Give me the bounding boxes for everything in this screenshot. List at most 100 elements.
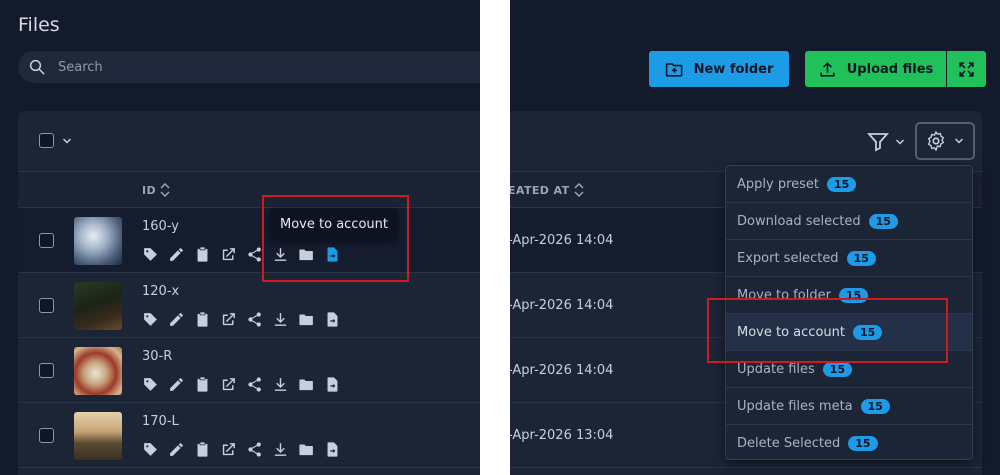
move-to-account-icon[interactable] (324, 376, 341, 393)
menu-item-delete-selected[interactable]: Delete Selected 15 (726, 425, 972, 462)
row-checkbox[interactable] (39, 428, 54, 443)
tag-icon[interactable] (142, 311, 159, 328)
menu-item-download-selected[interactable]: Download selected 15 (726, 203, 972, 240)
download-icon[interactable] (272, 311, 289, 328)
count-badge: 15 (838, 287, 869, 303)
tag-icon[interactable] (142, 376, 159, 393)
search-icon (29, 59, 45, 75)
table-row[interactable]: 120-x (18, 273, 480, 338)
count-badge: 15 (868, 213, 898, 229)
expand-icon (959, 61, 974, 77)
menu-item-update-files[interactable]: Update files 15 (726, 351, 972, 388)
files-table: ID 160-y 120-x 30-R 170-L (18, 111, 480, 475)
row-actions (142, 376, 341, 393)
count-badge: 15 (846, 250, 876, 266)
row-actions (142, 246, 341, 263)
settings-button[interactable] (915, 122, 975, 160)
filter-icon (867, 133, 889, 152)
created-at: -Apr-2026 13:04 (510, 428, 614, 443)
count-badge: 15 (822, 361, 853, 377)
menu-item-move-to-account[interactable]: Move to account 15 (726, 314, 972, 351)
column-id[interactable]: ID (142, 183, 170, 197)
chevron-down-icon[interactable] (61, 135, 73, 147)
chevron-down-icon (954, 138, 964, 144)
menu-item-move-to-folder[interactable]: Move to folder 15 (726, 277, 972, 314)
external-link-icon[interactable] (220, 441, 237, 458)
share-icon[interactable] (246, 311, 263, 328)
move-to-account-icon[interactable] (324, 311, 341, 328)
clipboard-icon[interactable] (194, 246, 211, 263)
count-badge: 15 (860, 398, 890, 414)
page-title: Files (18, 14, 60, 36)
table-row[interactable]: 30-R (18, 338, 480, 403)
created-at: -Apr-2026 14:04 (510, 363, 614, 378)
external-link-icon[interactable] (220, 311, 237, 328)
file-name[interactable]: 120-x (142, 284, 179, 299)
file-thumbnail[interactable] (74, 217, 122, 265)
created-at: -Apr-2026 14:04 (510, 298, 614, 313)
count-badge: 15 (848, 436, 878, 451)
file-thumbnail[interactable] (74, 347, 122, 395)
share-icon[interactable] (246, 376, 263, 393)
file-thumbnail[interactable] (74, 282, 122, 330)
menu-item-update-files-meta[interactable]: Update files meta 15 (726, 388, 972, 425)
table-row[interactable]: 170-L (18, 403, 480, 468)
folder-icon[interactable] (298, 246, 315, 263)
tag-icon[interactable] (142, 246, 159, 263)
clipboard-icon[interactable] (194, 441, 211, 458)
table-header: ID (18, 172, 480, 208)
new-folder-button[interactable]: New folder (649, 51, 789, 87)
pencil-icon[interactable] (168, 246, 185, 263)
menu-item-export-selected[interactable]: Export selected 15 (726, 240, 972, 277)
share-icon[interactable] (246, 441, 263, 458)
file-thumbnail[interactable] (74, 412, 122, 460)
menu-item-apply-preset[interactable]: Apply preset 15 (726, 166, 972, 203)
clipboard-icon[interactable] (194, 376, 211, 393)
search-input[interactable] (58, 51, 478, 83)
folder-icon[interactable] (298, 311, 315, 328)
move-to-account-icon[interactable] (324, 246, 341, 263)
pencil-icon[interactable] (168, 376, 185, 393)
column-created-at[interactable]: EATED AT (510, 183, 584, 197)
files-panel-right: New folder Upload files EATED AT -Apr-20… (510, 0, 1000, 475)
download-icon[interactable] (272, 441, 289, 458)
row-actions (142, 441, 341, 458)
external-link-icon[interactable] (220, 376, 237, 393)
external-link-icon[interactable] (220, 246, 237, 263)
share-icon[interactable] (246, 246, 263, 263)
gear-icon (927, 131, 945, 151)
move-to-account-icon[interactable] (324, 441, 341, 458)
folder-plus-icon (665, 62, 683, 77)
move-to-account-tooltip: Move to account (270, 208, 398, 246)
count-badge: 15 (852, 324, 883, 340)
download-icon[interactable] (272, 376, 289, 393)
bulk-actions-menu: Apply preset 15 Download selected 15 Expor… (725, 165, 973, 460)
sort-icon (160, 183, 170, 197)
upload-files-button[interactable]: Upload files (805, 51, 946, 87)
upload-icon (820, 61, 835, 77)
count-badge: 15 (827, 176, 857, 192)
folder-icon[interactable] (298, 376, 315, 393)
files-panel-left: Files ID 160-y (0, 0, 480, 475)
table-row[interactable]: 160-y (18, 208, 480, 273)
folder-icon[interactable] (298, 441, 315, 458)
file-name[interactable]: 160-y (142, 219, 179, 234)
row-checkbox[interactable] (39, 363, 54, 378)
filter-button[interactable] (866, 130, 906, 154)
row-checkbox[interactable] (39, 233, 54, 248)
select-all-checkbox[interactable] (39, 133, 54, 148)
file-name[interactable]: 170-L (142, 414, 179, 429)
row-checkbox[interactable] (39, 298, 54, 313)
pencil-icon[interactable] (168, 441, 185, 458)
pencil-icon[interactable] (168, 311, 185, 328)
table-toolbar (510, 111, 982, 172)
file-name[interactable]: 30-R (142, 349, 172, 364)
tag-icon[interactable] (142, 441, 159, 458)
sort-icon (573, 183, 584, 197)
expand-button[interactable] (947, 51, 986, 87)
search-box[interactable] (18, 51, 480, 83)
clipboard-icon[interactable] (194, 311, 211, 328)
table-toolbar (18, 111, 480, 172)
download-icon[interactable] (272, 246, 289, 263)
chevron-down-icon (895, 139, 905, 145)
